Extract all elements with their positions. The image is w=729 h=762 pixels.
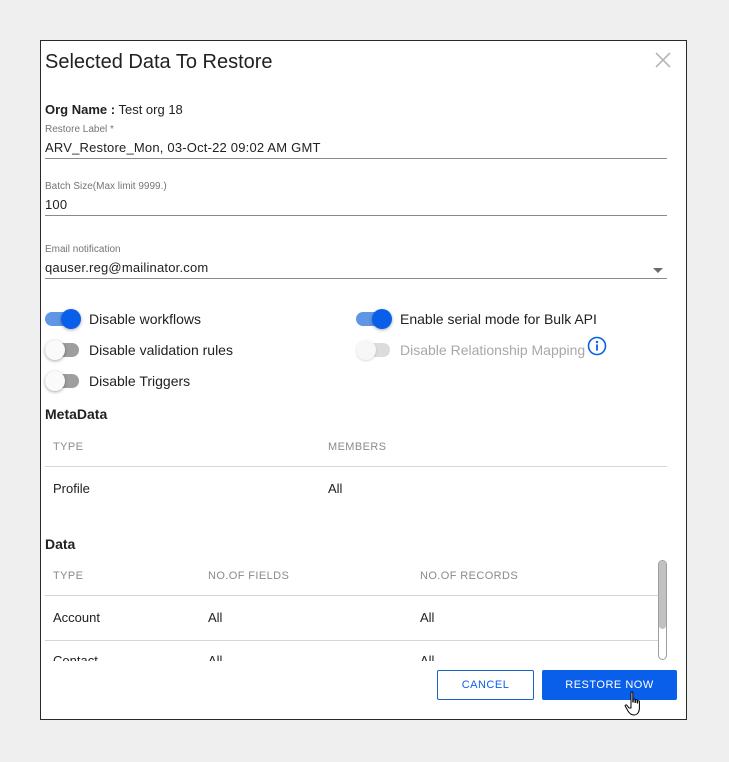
metadata-section-title: MetaData [45, 406, 108, 422]
relationship-mapping-switch [356, 340, 392, 360]
toggle-disable-workflows[interactable]: Disable workflows [45, 309, 201, 329]
org-name-label: Org Name : [45, 102, 116, 117]
disable-validation-label: Disable validation rules [89, 342, 233, 358]
metadata-table: TYPE MEMBERS Profile All [45, 428, 667, 511]
email-notification-select[interactable]: Email notification qauser.reg@mailinator… [45, 244, 667, 279]
toggle-disable-validation[interactable]: Disable validation rules [45, 340, 233, 360]
restore-dialog: Selected Data To Restore Org Name : Test… [40, 40, 687, 720]
hand-pointer-icon [624, 691, 640, 716]
data-table-header: TYPE NO.OF FIELDS NO.OF RECORDS [45, 557, 667, 596]
disable-validation-switch[interactable] [45, 340, 81, 360]
dialog-title: Selected Data To Restore [45, 51, 273, 73]
email-notification-caption: Email notification [45, 244, 121, 255]
toggle-relationship-mapping: Disable Relationship Mapping [356, 336, 607, 360]
metadata-header-members: MEMBERS [328, 441, 387, 453]
serial-mode-switch[interactable] [356, 309, 392, 329]
data-cell-type: Contact [53, 653, 98, 661]
toggle-serial-mode[interactable]: Enable serial mode for Bulk API [356, 309, 597, 329]
chevron-down-icon[interactable] [653, 268, 663, 273]
restore-label-caption: Restore Label * [45, 124, 114, 135]
data-cell-fields: All [208, 610, 223, 625]
toggle-disable-triggers[interactable]: Disable Triggers [45, 371, 190, 391]
disable-workflows-label: Disable workflows [89, 311, 202, 327]
data-table: TYPE NO.OF FIELDS NO.OF RECORDS Account … [45, 557, 667, 661]
data-table-scrollbar[interactable] [658, 560, 667, 660]
data-cell-records: All [420, 610, 435, 625]
restore-label-input[interactable]: ARV_Restore_Mon, 03-Oct-22 09:02 AM GMT [45, 138, 667, 158]
data-cell-type: Account [53, 610, 100, 625]
data-table-scroll-area[interactable]: TYPE NO.OF FIELDS NO.OF RECORDS Account … [45, 557, 667, 661]
close-icon[interactable] [654, 51, 672, 69]
metadata-cell-type: Profile [53, 481, 90, 496]
batch-size-caption: Batch Size(Max limit 9999.) [45, 181, 167, 192]
disable-triggers-switch[interactable] [45, 371, 81, 391]
table-row: Account All All [45, 596, 667, 641]
info-icon[interactable] [587, 336, 607, 356]
cancel-button[interactable]: CANCEL [437, 670, 534, 700]
metadata-table-header: TYPE MEMBERS [45, 428, 667, 467]
scrollbar-thumb[interactable] [659, 561, 666, 629]
disable-triggers-label: Disable Triggers [89, 373, 191, 389]
data-cell-records: All [420, 653, 435, 661]
metadata-cell-members: All [328, 481, 343, 496]
batch-size-input[interactable]: 100 [45, 195, 667, 215]
table-row: Contact All All [45, 641, 667, 661]
metadata-header-type: TYPE [53, 441, 84, 453]
disable-workflows-switch[interactable] [45, 309, 81, 329]
data-section-title: Data [45, 536, 76, 552]
restore-now-button[interactable]: RESTORE NOW [542, 670, 677, 700]
serial-mode-label: Enable serial mode for Bulk API [400, 311, 597, 327]
data-header-type: TYPE [53, 570, 84, 582]
relationship-mapping-label: Disable Relationship Mapping [400, 342, 586, 358]
email-notification-value[interactable]: qauser.reg@mailinator.com [45, 258, 667, 278]
table-row: Profile All [45, 467, 667, 511]
org-name: Org Name : Test org 18 [45, 102, 183, 117]
org-name-value: Test org 18 [118, 102, 183, 117]
batch-size-field[interactable]: Batch Size(Max limit 9999.) 100 [45, 181, 667, 216]
data-cell-fields: All [208, 653, 223, 661]
data-header-fields: NO.OF FIELDS [208, 570, 290, 582]
data-header-records: NO.OF RECORDS [420, 570, 519, 582]
restore-label-field[interactable]: Restore Label * ARV_Restore_Mon, 03-Oct-… [45, 124, 667, 159]
